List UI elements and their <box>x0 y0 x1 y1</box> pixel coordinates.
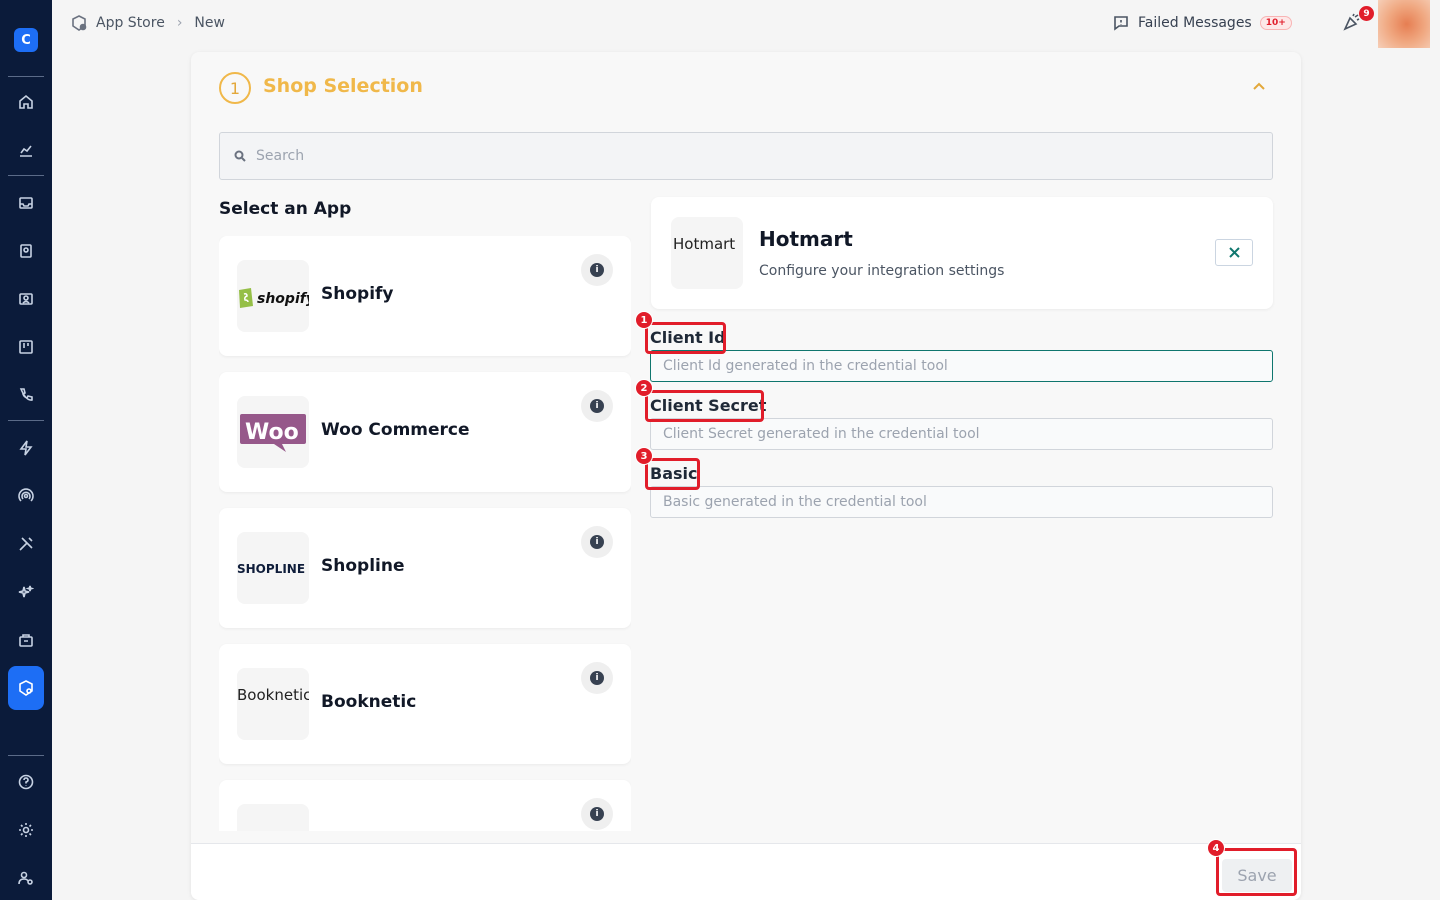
signal-icon[interactable] <box>8 478 44 514</box>
search-icon <box>234 150 246 162</box>
brand-logo[interactable]: C <box>14 28 38 52</box>
message-alert-icon <box>1114 16 1128 31</box>
settings-icon[interactable] <box>8 812 44 848</box>
basic-input[interactable] <box>650 486 1273 518</box>
sidebar: C <box>0 0 52 900</box>
close-button[interactable] <box>1215 239 1253 266</box>
card-footer: Save <box>191 843 1301 900</box>
info-icon: i <box>590 671 604 685</box>
shopline-logo: SHOPLINE <box>237 532 309 604</box>
failed-messages-badge: 10+ <box>1259 16 1292 30</box>
user-settings-icon[interactable] <box>8 860 44 896</box>
info-button[interactable]: i <box>581 662 613 694</box>
booknetic-logo: Booknetic <box>237 668 309 740</box>
info-icon: i <box>590 807 604 821</box>
annotation-box-basic <box>645 458 700 490</box>
board-icon[interactable] <box>8 329 44 365</box>
close-icon <box>1228 247 1240 258</box>
annotation-box-save <box>1216 848 1297 896</box>
annotation-marker: 2 <box>635 379 653 397</box>
failed-messages-label: Failed Messages <box>1138 15 1252 31</box>
help-icon[interactable] <box>8 764 44 800</box>
chevron-up-icon[interactable] <box>1251 78 1267 94</box>
client-secret-input[interactable] <box>650 418 1273 450</box>
annotation-marker: 4 <box>1207 839 1225 857</box>
app-name: Shopline <box>321 556 405 576</box>
app-card-woocommerce[interactable]: Woo Woo Commerce i <box>219 372 631 492</box>
failed-messages-button[interactable]: Failed Messages 10+ <box>1112 14 1292 32</box>
shop-selection-card: 1 Shop Selection Select an App shopify S… <box>191 52 1301 900</box>
ai-sparkle-icon[interactable] <box>8 574 44 610</box>
app-card-booknetic[interactable]: Booknetic Booknetic i <box>219 644 631 764</box>
info-icon: i <box>590 535 604 549</box>
sidebar-divider <box>8 175 44 176</box>
annotation-box-client-secret <box>645 390 764 422</box>
app-card-partial[interactable]: i <box>219 780 631 831</box>
sidebar-divider <box>8 755 44 756</box>
sidebar-divider <box>8 420 44 421</box>
app-store-icon[interactable] <box>8 666 44 710</box>
svg-text:SHOPLINE: SHOPLINE <box>237 562 305 576</box>
breadcrumb-app-store[interactable]: App Store <box>96 15 165 31</box>
step-title: Shop Selection <box>263 75 423 97</box>
client-id-input[interactable] <box>650 350 1273 382</box>
annotation-marker: 3 <box>635 447 653 465</box>
topbar: App Store › New Failed Messages 10+ 9 <box>52 0 1440 48</box>
info-button[interactable]: i <box>581 798 613 830</box>
selected-app-subtitle: Configure your integration settings <box>759 263 1005 279</box>
broadcast-icon[interactable] <box>8 281 44 317</box>
app-name: Booknetic <box>321 692 417 712</box>
shopify-logo: shopify <box>237 260 309 332</box>
info-button[interactable]: i <box>581 254 613 286</box>
search-input[interactable] <box>256 148 1156 164</box>
phone-icon[interactable] <box>8 377 44 413</box>
app-name: Shopify <box>321 284 394 304</box>
chevron-right-icon: › <box>176 15 183 31</box>
info-icon: i <box>590 399 604 413</box>
annotation-box-client-id <box>645 322 726 354</box>
app-logo <box>237 804 309 831</box>
notification-count: 9 <box>1359 6 1374 21</box>
analytics-icon[interactable] <box>8 132 44 168</box>
app-list[interactable]: shopify Shopify i Woo Woo Commerce i SHO… <box>219 236 631 831</box>
automation-icon[interactable] <box>8 430 44 466</box>
broken-image-alt: Booknetic <box>237 686 309 704</box>
selected-app-name: Hotmart <box>759 227 853 251</box>
notifications-button[interactable]: 9 <box>1342 6 1374 36</box>
tools-icon[interactable] <box>8 526 44 562</box>
search-field <box>219 132 1273 180</box>
avatar[interactable] <box>1378 0 1430 48</box>
hotmart-logo: Hotmart <box>671 217 743 289</box>
app-card-shopline[interactable]: SHOPLINE Shopline i <box>219 508 631 628</box>
breadcrumb-new: New <box>194 15 225 31</box>
app-name: Woo Commerce <box>321 420 470 440</box>
svg-text:shopify: shopify <box>257 291 309 307</box>
woocommerce-logo: Woo <box>237 396 309 468</box>
info-button[interactable]: i <box>581 526 613 558</box>
svg-text:Woo: Woo <box>245 420 299 445</box>
breadcrumb: App Store › New <box>70 14 225 32</box>
select-app-title: Select an App <box>219 199 352 219</box>
home-icon[interactable] <box>8 84 44 120</box>
step-number: 1 <box>219 72 251 104</box>
info-icon: i <box>590 263 604 277</box>
selected-app-header: Hotmart Hotmart Configure your integrati… <box>651 197 1273 309</box>
contacts-icon[interactable] <box>8 233 44 269</box>
info-button[interactable]: i <box>581 390 613 422</box>
annotation-marker: 1 <box>635 311 653 329</box>
app-card-shopify[interactable]: shopify Shopify i <box>219 236 631 356</box>
inbox-icon[interactable] <box>8 185 44 221</box>
sidebar-divider <box>8 76 44 77</box>
app-store-icon <box>72 15 87 31</box>
commerce-icon[interactable] <box>8 622 44 658</box>
